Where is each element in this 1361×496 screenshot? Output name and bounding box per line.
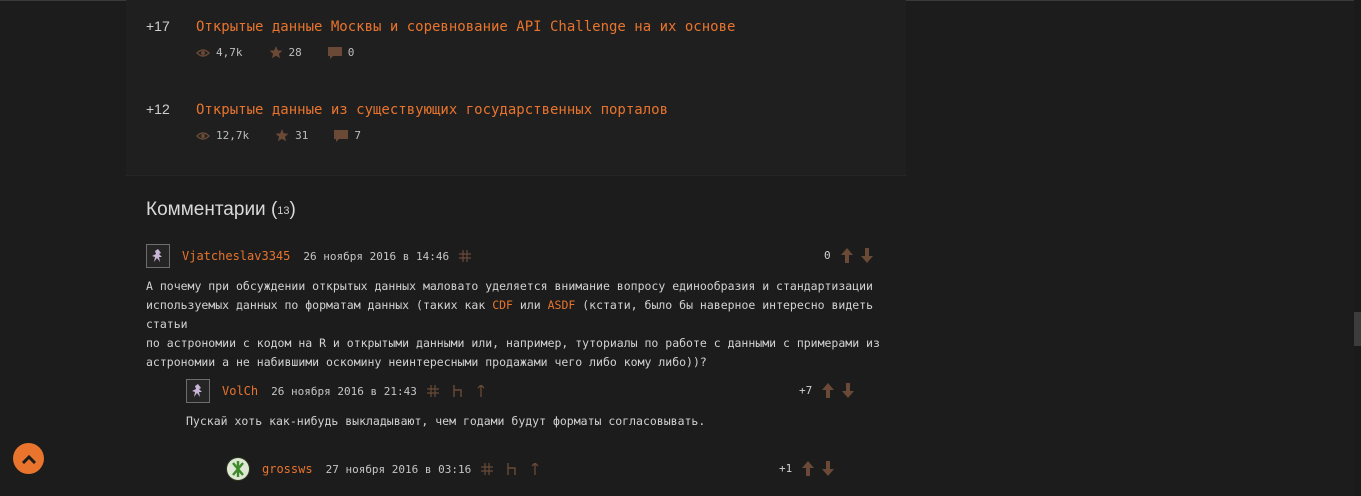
vote-up-button[interactable]	[822, 383, 835, 398]
comment-date: 26 ноября 2016 в 21:43	[271, 384, 417, 398]
avatar[interactable]	[186, 379, 210, 403]
parent-icon	[453, 385, 462, 397]
cdf-link[interactable]: CDF	[492, 298, 513, 312]
hash-icon	[481, 463, 494, 475]
vote-down-icon	[860, 248, 873, 263]
views-count: 12,7k	[216, 129, 250, 142]
comments-heading: Комментарии (13)	[146, 199, 296, 221]
hash-link-button[interactable]	[481, 463, 494, 475]
hash-icon	[426, 385, 439, 397]
post-score: +17	[146, 18, 170, 34]
scroll-up-button[interactable]	[477, 385, 485, 397]
comments-heading-label: Комментарии	[146, 199, 266, 220]
vote-up-icon	[822, 383, 835, 398]
star-icon	[269, 46, 282, 59]
scroll-up-button[interactable]	[531, 463, 539, 475]
comment-icon	[327, 46, 342, 59]
hash-icon	[459, 250, 472, 262]
vote-up-icon	[802, 461, 815, 476]
vote-down-button[interactable]	[860, 248, 873, 263]
comment-text-segment: или	[512, 298, 548, 312]
hash-link-button[interactable]	[459, 250, 472, 262]
post-stats: 12,7k 31 7	[196, 129, 387, 142]
comment-voting: +1	[779, 461, 842, 476]
comment-voting: 0	[824, 248, 881, 263]
bookmarks-stat[interactable]: 31	[275, 129, 308, 142]
post-score: +12	[146, 101, 170, 117]
asdf-link[interactable]: ASDF	[548, 298, 576, 312]
user-avatar-icon	[227, 458, 249, 480]
comment-date: 27 ноября 2016 в 03:16	[325, 462, 472, 476]
comment-score: +7	[799, 384, 813, 397]
star-icon	[275, 129, 289, 142]
vote-down-button[interactable]	[822, 461, 835, 476]
comments-heading-paren: )	[289, 199, 296, 220]
default-avatar-icon	[152, 249, 162, 262]
default-avatar-icon	[192, 384, 202, 397]
parent-comment-button[interactable]	[453, 385, 463, 397]
comments-count: 0	[347, 46, 355, 59]
comments-total-count: 13	[277, 205, 290, 217]
views-stat: 4,7k	[196, 46, 243, 59]
post-stats: 4,7k 28 0	[196, 46, 380, 59]
comments-stat[interactable]: 7	[334, 129, 361, 142]
post-title-link[interactable]: Открытые данные Москвы и соревнование AP…	[196, 19, 735, 35]
comment-author-link[interactable]: VolCh	[222, 384, 258, 398]
scroll-to-top-button[interactable]	[13, 443, 44, 474]
comment-header: Vjatcheslav3345 26 ноября 2016 в 14:46	[146, 244, 485, 268]
scroll-top-icon	[21, 454, 36, 464]
up-icon	[531, 463, 539, 475]
bookmarks-stat[interactable]: 28	[269, 46, 302, 59]
vote-up-button[interactable]	[840, 248, 853, 263]
avatar[interactable]	[226, 457, 250, 481]
bookmarks-count: 31	[295, 129, 309, 142]
vote-up-icon	[840, 248, 853, 263]
up-icon	[477, 385, 485, 397]
vote-down-button[interactable]	[842, 383, 855, 398]
comment-author-link[interactable]: Vjatcheslav3345	[182, 249, 290, 263]
comment-icon	[334, 129, 349, 142]
post-title-link[interactable]: Открытые данные из существующих государс…	[196, 102, 668, 118]
parent-comment-button[interactable]	[507, 463, 517, 475]
page-scrollbar[interactable]	[1354, 0, 1361, 496]
vote-down-icon	[842, 383, 855, 398]
bookmarks-count: 28	[288, 46, 302, 59]
comment-body: А почему при обсуждении открытых данных …	[146, 277, 906, 372]
comments-count: 7	[354, 129, 361, 142]
vote-down-icon	[822, 461, 835, 476]
comment-header: grossws 27 ноября 2016 в 03:16	[226, 457, 553, 481]
hash-link-button[interactable]	[426, 385, 439, 397]
vote-up-button[interactable]	[802, 461, 815, 476]
eye-icon	[196, 131, 210, 140]
comment-header: VolCh 26 ноября 2016 в 21:43	[186, 379, 499, 403]
eye-icon	[196, 48, 210, 57]
parent-icon	[507, 463, 516, 475]
comment-body: Пускай хоть как-нибудь выкладывают, чем …	[186, 414, 706, 428]
comment-voting: +7	[799, 383, 862, 398]
views-count: 4,7k	[216, 46, 243, 59]
comments-stat[interactable]: 0	[327, 46, 355, 59]
scrollbar-thumb[interactable]	[1354, 312, 1361, 346]
comment-author-link[interactable]: grossws	[262, 462, 313, 476]
comment-date: 26 ноября 2016 в 14:46	[303, 249, 450, 263]
comment-score: 0	[824, 249, 831, 262]
comment-score: +1	[779, 462, 793, 475]
views-stat: 12,7k	[196, 129, 249, 142]
avatar[interactable]	[146, 244, 170, 268]
